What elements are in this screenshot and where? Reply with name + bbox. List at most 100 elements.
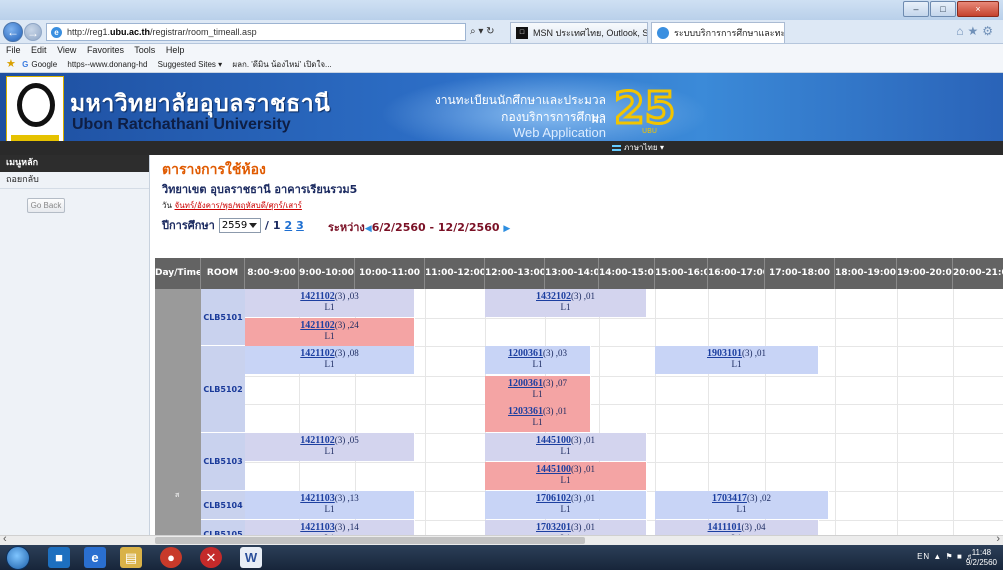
header-slot: 14:00-15:00	[599, 258, 655, 289]
start-button[interactable]	[6, 546, 30, 570]
ie-taskbar-icon[interactable]: e	[84, 547, 106, 568]
minimize-button[interactable]: –	[903, 1, 929, 17]
header-slot: 11:00-12:00	[425, 258, 485, 289]
class-block[interactable]: 1421103(3) ,13 L1	[245, 491, 415, 519]
word-icon[interactable]: W	[240, 547, 262, 568]
class-block[interactable]: 1421102(3) ,08 L1	[245, 346, 415, 374]
left-menu: เมนูหลัก ถอยกลับ Go Back	[0, 155, 150, 545]
left-menu-back[interactable]: ถอยกลับ	[0, 172, 149, 189]
tab-registrar-label: ระบบบริการการศึกษาและทะเบียน...	[674, 28, 785, 38]
language-select[interactable]: ภาษาไทย ▾	[612, 141, 664, 155]
menu-edit[interactable]: Edit	[31, 45, 47, 55]
page-2-link[interactable]: 2	[285, 219, 293, 232]
address-row: ← → e http://reg1.ubu.ac.th/registrar/ro…	[0, 20, 1003, 44]
close-window-button[interactable]: ×	[957, 1, 999, 17]
go-back-button[interactable]: Go Back	[27, 198, 65, 213]
scrollbar-thumb[interactable]	[155, 537, 585, 544]
home-star-icons[interactable]: ⌂★⚙	[956, 24, 997, 38]
url-domain: ubu.ac.th	[110, 27, 151, 37]
campus-building: วิทยาเขต อุบลราชธานี อาคารเรียนรวม5	[162, 183, 358, 196]
class-block[interactable]: 1703417(3) ,02 L1	[655, 491, 829, 519]
maximize-button[interactable]: □	[930, 1, 956, 17]
xmind-icon[interactable]: ✕	[200, 547, 222, 568]
language-bar	[0, 141, 1003, 155]
year-label: ปีการศึกษา	[162, 219, 215, 232]
media-center-icon[interactable]: ■	[48, 547, 70, 568]
fav-suggested[interactable]: Suggested Sites ▾	[158, 60, 223, 69]
scroll-right-icon[interactable]: ›	[996, 533, 1000, 545]
anniversary-25-logo: 25 UBU	[613, 82, 675, 136]
menu-help[interactable]: Help	[166, 45, 185, 55]
class-block[interactable]: 1445100(3) ,01 L1	[485, 433, 647, 461]
header-slot: 20:00-21:00	[953, 258, 1003, 289]
ie-tab-icon	[657, 27, 669, 39]
next-week-arrow[interactable]: ▶	[503, 224, 510, 234]
page-separator: /	[264, 218, 269, 232]
header-slot: 12:00-13:00	[485, 258, 545, 289]
room-label: CLB5102	[201, 346, 245, 433]
class-block[interactable]: 1200361(3) ,03 L1	[485, 346, 591, 374]
address-bar[interactable]: e http://reg1.ubu.ac.th/registrar/room_t…	[46, 23, 466, 41]
menu-favorites[interactable]: Favorites	[87, 45, 124, 55]
clock-date: 9/2/2560	[965, 558, 997, 567]
horizontal-scrollbar[interactable]: ‹ ›	[0, 533, 1003, 545]
days-link[interactable]: จันทร์/อังคาร/พุธ/พฤหัสบดี/ศุกร์/เสาร์	[175, 201, 302, 210]
search-refresh-controls[interactable]: ⌕ ▾ ↻	[470, 23, 495, 41]
ie-icon: e	[51, 27, 62, 38]
fav-donang[interactable]: https--www.donang-hd	[67, 60, 147, 69]
class-block[interactable]: 1706102(3) ,01 L1	[485, 491, 647, 519]
fav-news[interactable]: ผลก. 'ดีมิน น้องไหม่' เปิดใจ...	[232, 60, 331, 69]
favorites-star-icon[interactable]: ★	[6, 58, 16, 70]
year-select[interactable]: 2559	[218, 217, 261, 233]
svg-text:UBU: UBU	[642, 127, 657, 135]
system-name-line3: Web Application	[513, 125, 606, 140]
room-label: CLB5101	[201, 289, 245, 346]
google-icon: G	[22, 60, 29, 69]
range-value: 6/2/2560 - 12/2/2560	[371, 221, 500, 234]
class-block[interactable]: 1421102(3) ,24 L1	[245, 318, 415, 346]
days-prefix: วัน	[162, 201, 172, 210]
header-slot: 19:00-20:00	[897, 258, 953, 289]
day-label: ส	[175, 492, 180, 499]
class-block[interactable]: 1421102(3) ,05 L1	[245, 433, 415, 461]
class-block[interactable]: 1421102(3) ,03 L1	[245, 289, 415, 317]
language-indicator[interactable]: EN	[917, 552, 930, 561]
header-slot: 13:00-14:00	[545, 258, 599, 289]
header-slot: 18:00-19:00	[835, 258, 897, 289]
tab-registrar[interactable]: ระบบบริการการศึกษาและทะเบียน...×	[651, 22, 785, 43]
forward-button[interactable]: →	[24, 23, 42, 41]
room-timetable: Day/Time ROOM 8:00-9:00 9:00-10:00 10:00…	[155, 258, 1003, 545]
mourning-ribbon-logo	[6, 76, 64, 150]
date-range: ระหว่าง◀6/2/2560 - 12/2/2560 ▶	[328, 218, 510, 236]
range-label: ระหว่าง	[328, 221, 365, 234]
msn-icon: □	[516, 27, 528, 39]
days-line: วัน จันทร์/อังคาร/พุธ/พฤหัสบดี/ศุกร์/เสา…	[162, 199, 302, 212]
fav-google[interactable]: Google	[31, 60, 57, 69]
menu-view[interactable]: View	[57, 45, 76, 55]
windows-taskbar: ■ e ▤ ● ✕ W EN ▲ ⚑ ■ ♬ 11:48 9/2/2560	[0, 545, 1003, 570]
back-button[interactable]: ←	[3, 22, 23, 42]
class-block[interactable]: 1903101(3) ,01 L1	[655, 346, 819, 374]
prev-week-arrow[interactable]: ◀	[365, 224, 372, 234]
language-label: ภาษาไทย ▾	[624, 143, 665, 152]
menu-lines-icon	[612, 144, 621, 151]
menu-tools[interactable]: Tools	[134, 45, 155, 55]
class-block[interactable]: 1445100(3) ,01 L1	[485, 462, 647, 490]
class-block[interactable]: 1432102(3) ,01 L1	[485, 289, 647, 317]
scroll-left-icon[interactable]: ‹	[3, 533, 7, 545]
url-prefix: http://reg1.	[67, 27, 111, 37]
header-slot: 10:00-11:00	[355, 258, 425, 289]
day-column: ส	[155, 289, 201, 545]
header-slot: 8:00-9:00	[245, 258, 299, 289]
menu-file[interactable]: File	[6, 45, 21, 55]
class-block[interactable]: 1203361(3) ,01 L1	[485, 404, 591, 432]
page-3-link[interactable]: 3	[296, 219, 304, 232]
explorer-icon[interactable]: ▤	[120, 547, 142, 568]
chrome-icon[interactable]: ●	[160, 547, 182, 568]
left-menu-heading: เมนูหลัก	[0, 155, 149, 172]
system-clock[interactable]: 11:48 9/2/2560	[966, 548, 997, 568]
class-block[interactable]: 1200361(3) ,07 L1	[485, 376, 591, 404]
year-selector-row: ปีการศึกษา 2559 / 1 2 3	[162, 216, 304, 234]
room-label: CLB5103	[201, 433, 245, 491]
tab-msn[interactable]: □ MSN ประเทศไทย, Outlook, Sky...	[510, 22, 648, 43]
